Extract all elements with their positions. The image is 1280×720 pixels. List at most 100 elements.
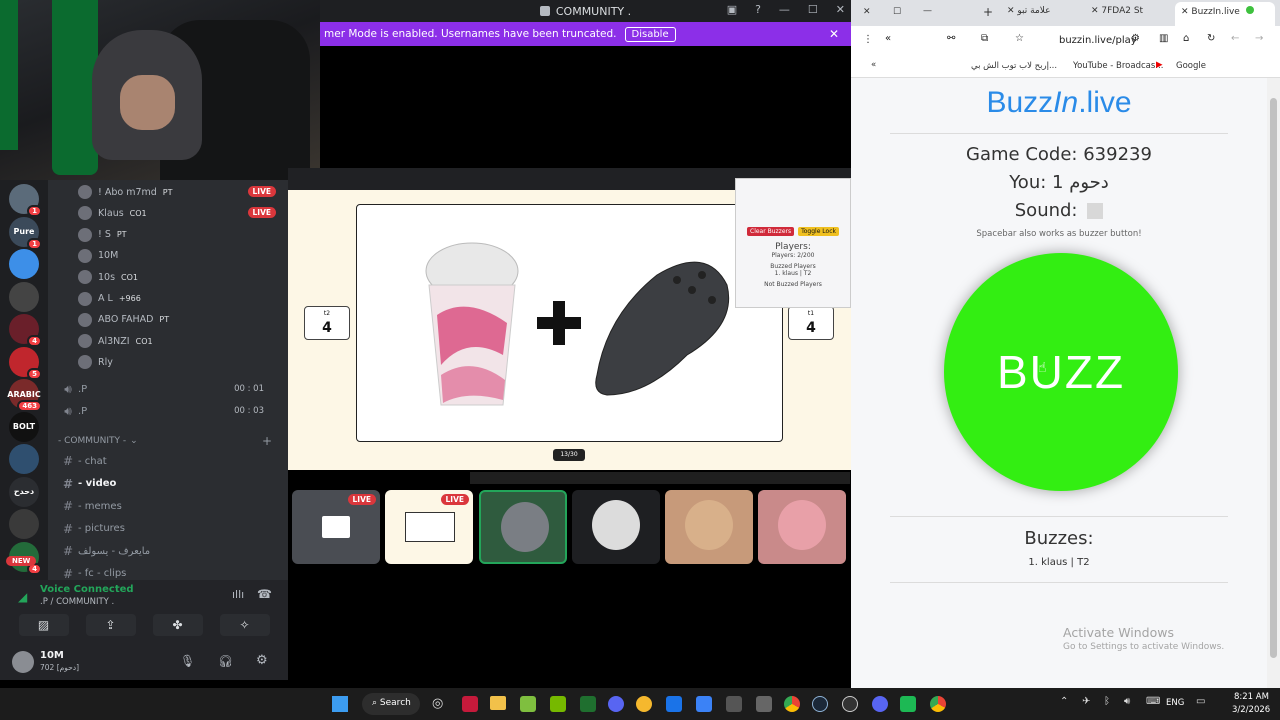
scrollbar-thumb[interactable]	[1270, 98, 1277, 658]
participant-tile[interactable]	[479, 490, 567, 564]
help-icon[interactable]: ?	[755, 3, 761, 16]
app-icon[interactable]	[462, 696, 478, 712]
category-header[interactable]: - COMMUNITY - ⌄ +	[58, 430, 278, 452]
app-icon[interactable]	[696, 696, 712, 712]
app-icon[interactable]	[550, 696, 566, 712]
buzzin-logo[interactable]: BuzzIn.live	[851, 86, 1267, 120]
avatar[interactable]	[12, 651, 34, 673]
text-channel[interactable]: # - memes	[58, 495, 278, 517]
disconnect-icon[interactable]: ☎	[257, 587, 272, 601]
close-button[interactable]: ✕	[836, 3, 845, 16]
text-channel[interactable]: # - chat	[58, 450, 278, 472]
add-channel-icon[interactable]: +	[262, 434, 272, 448]
server-icon[interactable]	[9, 509, 39, 539]
extension-icon[interactable]: ⚯	[947, 33, 955, 44]
video-off-button[interactable]: ▨	[18, 614, 69, 636]
clock-date[interactable]: 3/2/2026	[1232, 705, 1270, 715]
tune-icon[interactable]: ⚙	[1131, 33, 1140, 44]
home-icon[interactable]: ⌂	[1183, 33, 1189, 44]
chrome-icon[interactable]	[784, 696, 800, 712]
keyboard-icon[interactable]: ⌨	[1146, 696, 1160, 707]
disable-button[interactable]: Disable	[624, 26, 676, 42]
voice-member[interactable]: ! S PT	[78, 225, 288, 245]
headphones-icon[interactable]: 🎧︎	[218, 654, 233, 668]
server-icon[interactable]: 1	[9, 184, 42, 217]
forward-icon[interactable]: →	[1255, 33, 1263, 44]
voice-member[interactable]: 10M	[78, 246, 288, 266]
app-icon[interactable]	[636, 696, 652, 712]
server-icon[interactable]	[9, 281, 39, 312]
participant-tile[interactable]	[758, 490, 846, 564]
monitor-icon[interactable]: ▭	[1196, 696, 1205, 707]
bluetooth-icon[interactable]: ᛒ	[1104, 696, 1110, 707]
menu-icon[interactable]: ⋮	[863, 34, 873, 45]
app-icon[interactable]	[756, 696, 772, 712]
collapse-icon[interactable]: «	[871, 60, 876, 70]
mail-icon[interactable]	[666, 696, 682, 712]
voice-member[interactable]: 10s CO1	[78, 267, 288, 287]
browser-tab[interactable]: ✕ 7FDA2 St	[1091, 6, 1173, 16]
chevron-up-icon[interactable]: ⌃	[1060, 696, 1068, 707]
voice-location[interactable]: .P / COMMUNITY .	[40, 597, 114, 607]
voice-status[interactable]: Voice Connected	[40, 584, 134, 595]
discord-icon[interactable]	[872, 696, 888, 712]
server-icon[interactable]: BOLT	[9, 411, 39, 442]
bookmark-item[interactable]: إربح لاب توب الش بي...	[971, 61, 1057, 71]
language-indicator[interactable]: ENG	[1166, 698, 1184, 708]
participant-tile[interactable]	[665, 490, 753, 564]
tab-close-icon[interactable]: ✕	[1181, 7, 1191, 17]
bookmark-item[interactable]: Google	[1176, 61, 1206, 71]
voice-member[interactable]: ! Abo m7md PT LIVE	[78, 182, 288, 202]
minimize-icon[interactable]: —	[923, 6, 932, 16]
new-tab-button[interactable]: +	[983, 5, 993, 19]
noise-suppression-icon[interactable]: ıllı	[232, 588, 244, 601]
microphone-icon[interactable]: 🎙︎	[180, 654, 195, 668]
voice-member[interactable]: Al3NZI CO1	[78, 331, 288, 351]
back-icon[interactable]: ←	[1231, 33, 1239, 44]
close-notice-icon[interactable]: ✕	[829, 27, 839, 41]
tab-search-icon[interactable]: ✕	[863, 7, 871, 17]
server-icon[interactable]	[9, 249, 39, 279]
text-channel[interactable]: # مايعرف - يسولف	[58, 540, 278, 562]
minimize-button[interactable]: —	[779, 3, 790, 16]
server-icon[interactable]: ARABIC 463	[7, 379, 42, 412]
tab-close-icon[interactable]: ✕	[1091, 6, 1101, 16]
folder-icon[interactable]	[490, 696, 506, 710]
app-icon[interactable]	[726, 696, 742, 712]
app-icon[interactable]	[900, 696, 916, 712]
voice-channel[interactable]: 🔊︎ .P 00 : 03	[58, 400, 278, 422]
text-channel[interactable]: # - fc - clips	[58, 563, 278, 581]
browser-tab-active[interactable]: ✕ BuzzIn.live	[1175, 2, 1275, 26]
voice-member[interactable]: Klaus CO1 LIVE	[78, 203, 288, 223]
discord-icon[interactable]	[608, 696, 624, 712]
activities-button[interactable]: ✤	[152, 614, 203, 636]
chrome-icon[interactable]	[930, 696, 946, 712]
reload-icon[interactable]: ↻	[1207, 33, 1215, 44]
scrollbar[interactable]	[1267, 78, 1280, 688]
server-icon[interactable]: Pure 1	[9, 216, 42, 250]
server-icon[interactable]: دحدح	[9, 476, 39, 507]
participant-tile-stream[interactable]: LIVE	[385, 490, 473, 564]
clock-time[interactable]: 8:21 AM	[1234, 692, 1269, 702]
steam-icon[interactable]	[812, 696, 828, 712]
toggle-lock-button[interactable]: Toggle Lock	[798, 227, 839, 236]
voice-member[interactable]: A L +966	[78, 289, 288, 309]
participant-tile[interactable]	[572, 490, 660, 564]
star-icon[interactable]: ☆	[1015, 33, 1024, 44]
server-icon[interactable]	[9, 444, 39, 474]
text-channel[interactable]: # - pictures	[58, 518, 278, 540]
buzz-button[interactable]: BUZZ	[944, 253, 1178, 491]
server-icon[interactable]: 4	[9, 314, 42, 347]
double-back-icon[interactable]: «	[885, 33, 891, 44]
volume-icon[interactable]: 🔊︎	[1124, 696, 1130, 707]
url-bar[interactable]: buzzin.live/play	[1059, 35, 1137, 46]
inbox-icon[interactable]: ▣	[727, 3, 737, 16]
app-icon[interactable]	[842, 696, 858, 712]
bookmark-item[interactable]: YouTube - Broadcas...	[1073, 61, 1163, 71]
gear-icon[interactable]: ⚙	[256, 653, 268, 668]
server-icon[interactable]: 5	[9, 346, 42, 380]
voice-member[interactable]: ABO FAHAD PT	[78, 310, 288, 330]
clear-buzzers-button[interactable]: Clear Buzzers	[747, 227, 795, 236]
share-screen-button[interactable]: ⇪	[85, 614, 136, 636]
participant-tile-stream[interactable]: LIVE	[292, 490, 380, 564]
